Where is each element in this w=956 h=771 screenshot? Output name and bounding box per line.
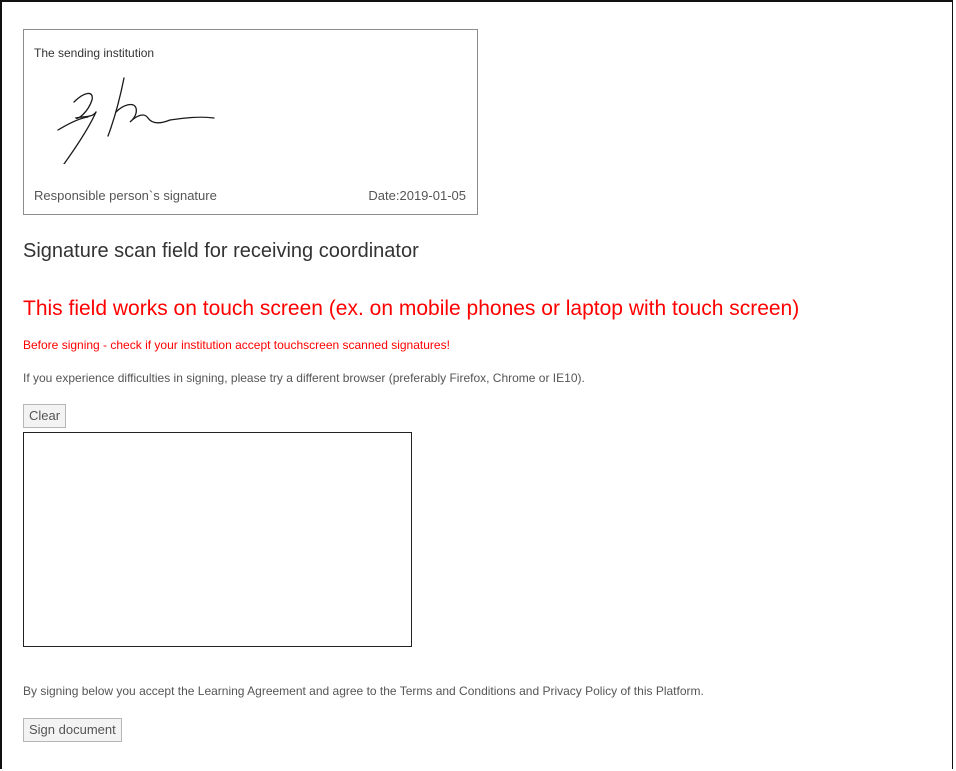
signature-canvas[interactable] xyxy=(23,432,412,647)
browser-note: If you experience difficulties in signin… xyxy=(23,371,585,385)
touch-screen-warning: This field works on touch screen (ex. on… xyxy=(23,297,800,320)
sign-document-button[interactable]: Sign document xyxy=(23,718,122,742)
institution-check-warning: Before signing - check if your instituti… xyxy=(23,338,450,352)
signature-date: Date:2019-01-05 xyxy=(368,188,466,203)
accept-terms-note: By signing below you accept the Learning… xyxy=(23,684,704,698)
responsible-signature-label: Responsible person`s signature xyxy=(34,188,217,203)
clear-button[interactable]: Clear xyxy=(23,404,67,428)
sending-institution-title: The sending institution xyxy=(34,46,155,60)
signature-scan-heading: Signature scan field for receiving coord… xyxy=(23,240,419,262)
handwritten-signature xyxy=(57,77,215,164)
sending-institution-card: The sending institution Responsible pers… xyxy=(23,29,478,215)
